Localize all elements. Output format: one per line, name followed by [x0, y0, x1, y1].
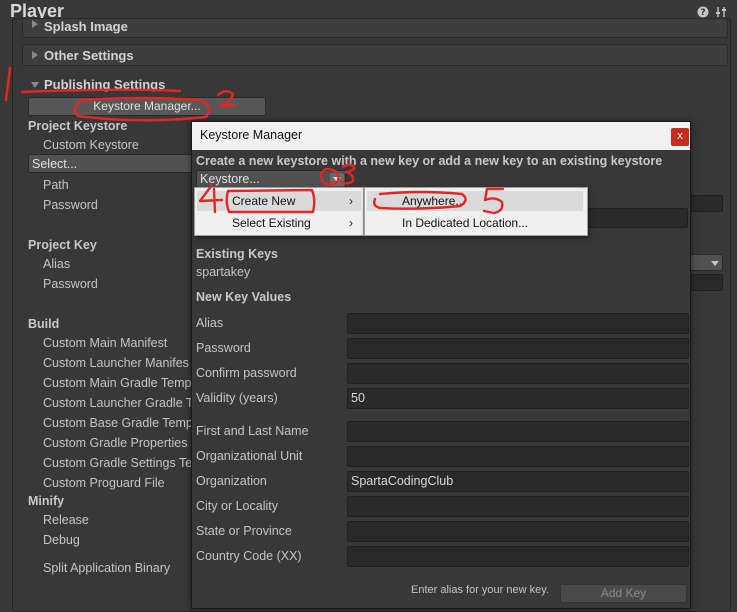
validity-input[interactable]: 50	[347, 388, 689, 409]
minify-debug-label: Debug	[43, 533, 80, 547]
field-value	[348, 339, 688, 343]
alias-input[interactable]	[347, 313, 689, 334]
help-icon[interactable]: ?	[697, 6, 709, 18]
state-input[interactable]	[347, 521, 689, 542]
field-value	[348, 522, 688, 526]
dialog-instructions: Create a new keystore with a new key or …	[196, 154, 663, 168]
menu-item-label: Anywhere...	[402, 194, 466, 208]
keystore-password-field[interactable]	[690, 195, 723, 212]
build-item[interactable]: Custom Proguard File	[43, 476, 165, 490]
build-heading: Build	[28, 317, 60, 331]
field-value	[348, 447, 688, 451]
existing-keys-heading: Existing Keys	[196, 247, 278, 261]
chevron-down-icon	[333, 177, 341, 182]
svg-text:?: ?	[700, 8, 705, 18]
minify-release-label: Release	[43, 513, 89, 527]
foldout-splash-image[interactable]: Splash Image	[22, 18, 728, 38]
menu-item-select-existing[interactable]: Select Existing ›	[197, 213, 361, 233]
menu-item-anywhere[interactable]: Anywhere...	[367, 191, 583, 211]
field-label: State or Province	[196, 524, 292, 538]
field-label: Country Code (XX)	[196, 549, 302, 563]
chevron-right-icon: ›	[349, 194, 353, 208]
dialog-close-button[interactable]: x	[671, 128, 689, 146]
org-unit-input[interactable]	[347, 446, 689, 467]
field-value: 50	[351, 391, 365, 405]
path-label: Path	[43, 178, 69, 192]
create-new-submenu: Anywhere... In Dedicated Location...	[364, 187, 588, 236]
foldout-other-label: Other Settings	[44, 48, 134, 63]
field-label: Alias	[196, 316, 224, 330]
existing-key-item: spartakey	[196, 265, 251, 279]
dialog-title: Keystore Manager	[192, 122, 690, 150]
project-keystore-heading: Project Keystore	[28, 119, 128, 133]
foldout-arrow-icon	[32, 20, 38, 28]
field-value	[348, 422, 688, 426]
key-password-label: Password	[43, 277, 98, 291]
annotation-1-mark	[4, 66, 12, 102]
name-input[interactable]	[347, 421, 689, 442]
build-item[interactable]: Custom Launcher Manifes	[43, 356, 189, 370]
foldout-other-settings[interactable]: Other Settings	[22, 44, 728, 66]
settings-sliders-icon[interactable]	[715, 6, 727, 18]
organization-input[interactable]: SpartaCodingClub	[347, 471, 689, 492]
menu-item-label: In Dedicated Location...	[402, 216, 529, 230]
country-code-input[interactable]	[347, 546, 689, 567]
keystore-password-label: Password	[43, 198, 98, 212]
build-item[interactable]: Custom Launcher Gradle T	[43, 396, 194, 410]
dropdown-toggle[interactable]	[330, 173, 344, 186]
field-label: Validity (years)	[196, 391, 278, 405]
field-value	[348, 314, 688, 318]
menu-item-dedicated-location[interactable]: In Dedicated Location...	[367, 213, 583, 233]
keystore-select-value: Select...	[32, 157, 78, 171]
foldout-splash-label: Splash Image	[44, 19, 128, 34]
foldout-expanded-arrow-icon[interactable]	[31, 82, 39, 88]
keystore-select-dropdown[interactable]: Select...	[28, 154, 194, 173]
keystore-manager-button[interactable]: Keystore Manager...	[28, 97, 266, 116]
build-item[interactable]: Custom Gradle Properties	[43, 436, 188, 450]
field-label: Password	[196, 341, 251, 355]
minify-heading: Minify	[28, 494, 65, 508]
field-label: Organizational Unit	[196, 449, 303, 463]
field-value	[348, 497, 688, 501]
field-value	[348, 547, 688, 551]
city-input[interactable]	[347, 496, 689, 517]
menu-item-label: Select Existing	[232, 216, 311, 230]
field-label: First and Last Name	[196, 424, 309, 438]
foldout-publishing-label[interactable]: Publishing Settings	[44, 77, 165, 92]
chevron-right-icon: ›	[349, 216, 353, 230]
keystore-dropdown[interactable]: Keystore...	[196, 170, 346, 188]
keystore-menu: Create New › Select Existing ›	[194, 187, 364, 236]
field-label: City or Locality	[196, 499, 278, 513]
menu-item-create-new[interactable]: Create New ›	[197, 191, 361, 211]
add-key-button[interactable]: Add Key	[560, 584, 687, 603]
build-item[interactable]: Custom Main Manifest	[43, 336, 167, 350]
foldout-arrow-icon	[32, 51, 38, 59]
password-input[interactable]	[347, 338, 689, 359]
confirm-password-input[interactable]	[347, 363, 689, 384]
field-value: SpartaCodingClub	[351, 474, 454, 488]
project-key-heading: Project Key	[28, 238, 97, 252]
key-password-field[interactable]	[690, 274, 723, 291]
field-label: Confirm password	[196, 366, 297, 380]
dropdown-arrow-icon	[711, 261, 719, 266]
menu-item-label: Create New	[232, 194, 296, 208]
alias-dropdown[interactable]	[690, 254, 723, 271]
alias-label: Alias	[43, 257, 71, 271]
field-value	[348, 364, 688, 368]
new-key-values-heading: New Key Values	[196, 290, 292, 304]
build-item[interactable]: Custom Base Gradle Temp	[43, 416, 193, 430]
keystore-dropdown-label: Keystore...	[200, 172, 260, 186]
build-item[interactable]: Custom Gradle Settings Te	[43, 456, 192, 470]
field-label: Organization	[196, 474, 267, 488]
split-binary-label: Split Application Binary	[43, 561, 171, 575]
build-item[interactable]: Custom Main Gradle Temp	[43, 376, 191, 390]
hint-text: Enter alias for your new key.	[411, 584, 549, 596]
custom-keystore-label: Custom Keystore	[43, 138, 139, 152]
